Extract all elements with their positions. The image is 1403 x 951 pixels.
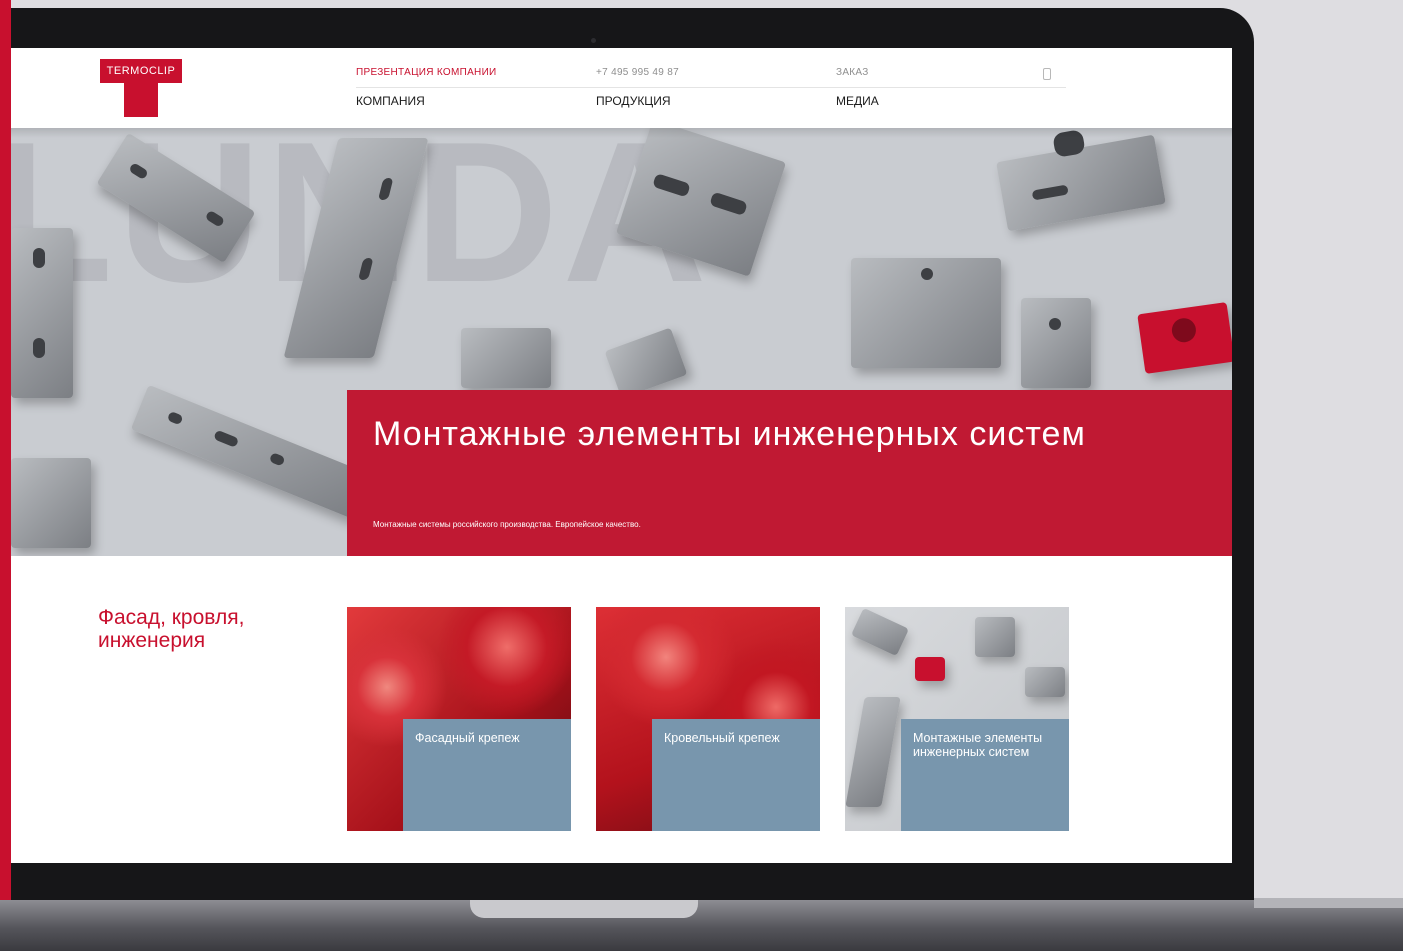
nav-item-media[interactable]: МЕДИА — [836, 94, 879, 108]
card-label: Монтажные элементы инженерных систем — [901, 719, 1069, 831]
bracket-part — [461, 328, 551, 388]
bracket-part — [604, 327, 688, 399]
background-red-strip — [0, 0, 11, 951]
hero-title: Монтажные элементы инженерных систем — [373, 415, 1086, 453]
browser-viewport: TERMOCLIP ПРЕЗЕНТАЦИЯ КОМПАНИИ +7 495 99… — [11, 48, 1232, 863]
card-title: Монтажные элементы инженерных систем — [913, 731, 1043, 759]
nav-divider — [356, 87, 1066, 88]
laptop-base-edge — [1254, 898, 1403, 908]
card-label: Фасадный крепеж — [403, 719, 571, 831]
logo-text: TERMOCLIP — [100, 59, 182, 83]
red-clamp-part — [1137, 302, 1232, 374]
strut-channel-part — [130, 384, 372, 520]
header-shadow — [11, 128, 1232, 138]
nav-item-products[interactable]: ПРОДУКЦИЯ — [596, 94, 670, 108]
hero-subtitle: Монтажные системы российского производст… — [373, 520, 641, 529]
site-header: TERMOCLIP ПРЕЗЕНТАЦИЯ КОМПАНИИ +7 495 99… — [11, 48, 1232, 128]
category-card-engineering[interactable]: Монтажные элементы инженерных систем — [845, 607, 1069, 831]
hero-banner: LUNDA — [11, 128, 1232, 556]
bracket-part — [11, 228, 73, 398]
presentation-link[interactable]: ПРЕЗЕНТАЦИЯ КОМПАНИИ — [356, 67, 497, 78]
card-label: Кровельный крепеж — [652, 719, 820, 831]
category-card-roofing[interactable]: Кровельный крепеж — [596, 607, 820, 831]
top-links: ПРЕЗЕНТАЦИЯ КОМПАНИИ +7 495 995 49 87 ЗА… — [356, 67, 1066, 81]
bracket-part — [1021, 298, 1091, 388]
laptop-notch — [470, 900, 698, 918]
phone-link[interactable]: +7 495 995 49 87 — [596, 67, 679, 78]
bracket-part — [11, 458, 91, 548]
cart-icon[interactable] — [1043, 68, 1051, 80]
logo[interactable]: TERMOCLIP — [100, 59, 182, 117]
main-nav: КОМПАНИЯ ПРОДУКЦИЯ МЕДИА — [356, 94, 1066, 110]
card-title: Кровельный крепеж — [664, 731, 780, 745]
nav-item-company[interactable]: КОМПАНИЯ — [356, 94, 425, 108]
card-title: Фасадный крепеж — [415, 731, 520, 745]
order-link[interactable]: ЗАКАЗ — [836, 67, 869, 78]
bracket-part — [996, 129, 1166, 232]
section-title: Фасад, кровля, инженерия — [98, 606, 245, 652]
logo-mark — [124, 83, 158, 117]
category-card-facade[interactable]: Фасадный крепеж — [347, 607, 571, 831]
camera-dot — [591, 38, 596, 43]
bracket-part — [851, 258, 1001, 368]
laptop-base — [0, 900, 1403, 951]
hero-panel: Монтажные элементы инженерных систем Мон… — [347, 390, 1232, 556]
